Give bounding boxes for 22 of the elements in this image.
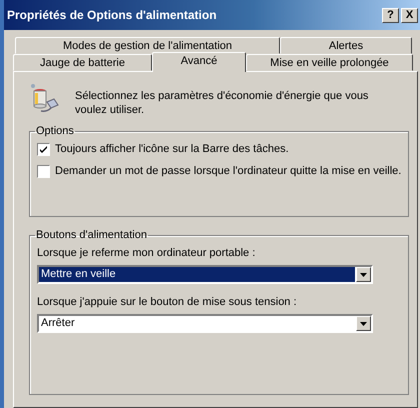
dropdown-value: Mettre en veille [39,267,355,282]
description-text: Sélectionnez les paramètres d'économie d'énergie que vous voulez utiliser. [75,89,370,117]
field-label: Lorsque je referme mon ordinateur portable : [37,247,256,259]
field-label: Lorsque j'appuie sur le bouton de mise sous tension : [37,296,298,308]
dropdown-value: Arrêter [40,316,76,331]
window-title: Propriétés de Options d'alimentation [7,8,217,22]
group-title: Boutons d'alimentation [35,229,148,241]
dropdown[interactable]: Arrêter [37,314,373,333]
checkbox[interactable] [37,142,50,156]
close-button[interactable]: X [401,8,418,22]
checkmark-icon [39,144,48,154]
dropdown[interactable]: Mettre en veille [37,265,373,284]
group-title: Options [35,125,75,137]
tab[interactable]: Alertes [280,37,412,54]
tab[interactable]: Jauge de batterie [13,54,152,71]
battery-plug-icon [29,82,61,114]
tab[interactable]: Mise en veille prolongée [246,54,413,71]
tab[interactable]: Avancé [152,52,246,72]
checkbox-label: Demander un mot de passe lorsque l'ordinateur quitte la mise en veille. [55,165,402,177]
help-button[interactable]: ? [382,8,399,22]
checkbox[interactable] [37,164,50,178]
checkbox-label: Toujours afficher l'icône sur la Barre des tâches. [55,143,289,155]
